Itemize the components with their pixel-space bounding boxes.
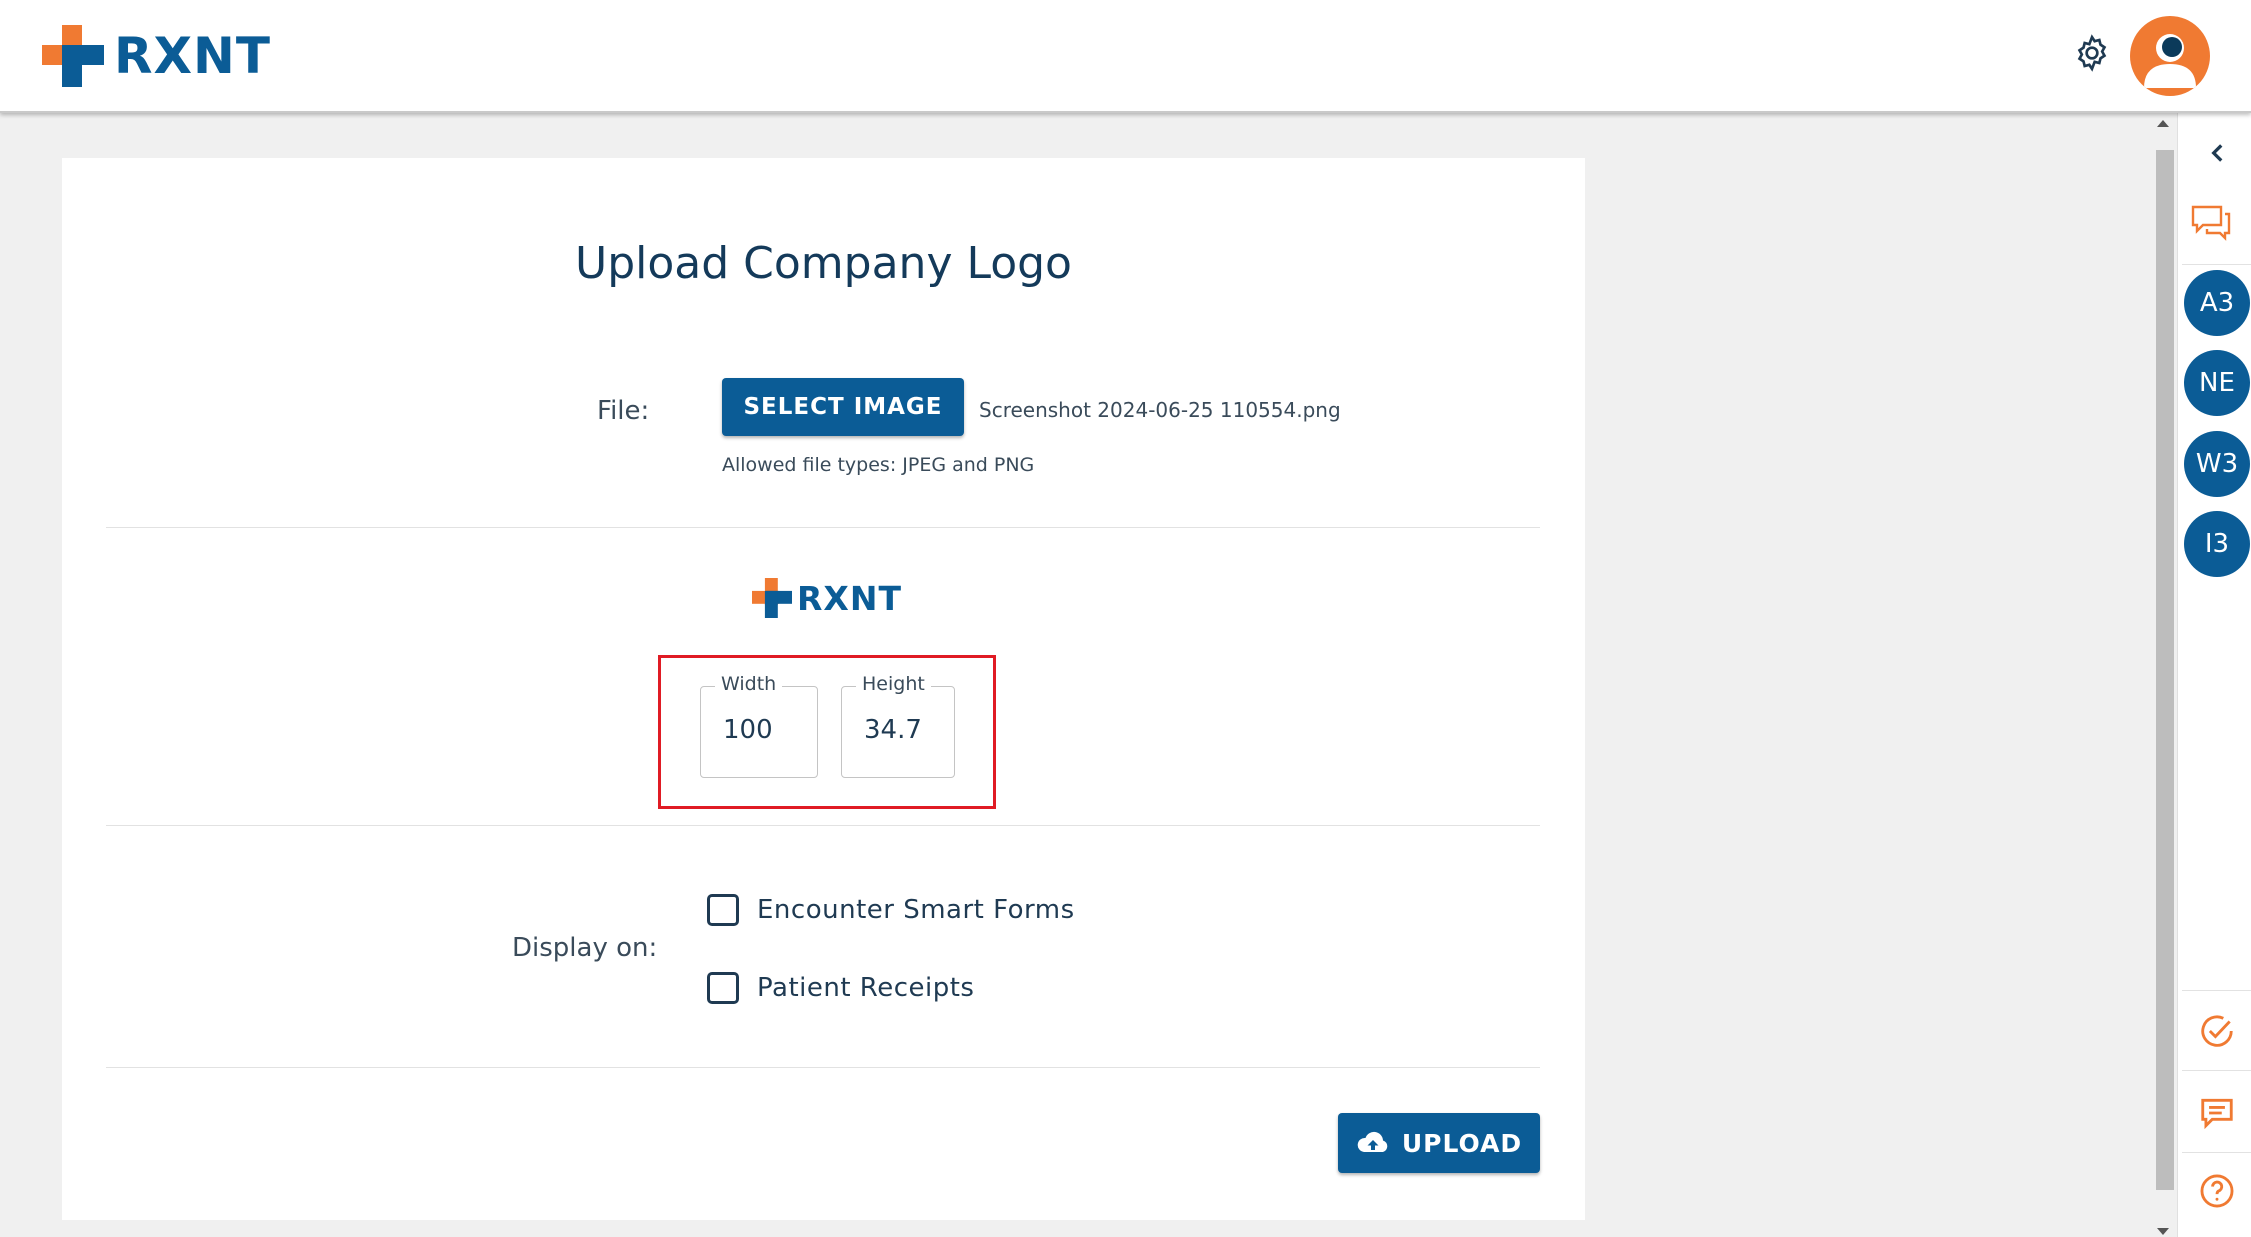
selected-file-name: Screenshot 2024-06-25 110554.png bbox=[979, 398, 1341, 422]
divider bbox=[106, 1067, 1540, 1068]
app-header: RXNT bbox=[0, 0, 2251, 113]
checkbox-label: Patient Receipts bbox=[757, 973, 975, 1003]
allowed-file-types: Allowed file types: JPEG and PNG bbox=[722, 454, 1035, 476]
upload-button-label: UPLOAD bbox=[1401, 1128, 1523, 1158]
rail-divider bbox=[2182, 990, 2251, 991]
logo-preview: RXNT bbox=[752, 578, 902, 618]
divider bbox=[106, 527, 1540, 528]
upload-logo-card: Upload Company Logo File: SELECT IMAGE S… bbox=[62, 158, 1585, 1220]
checkbox-box[interactable] bbox=[707, 972, 739, 1004]
checkbox-label: Encounter Smart Forms bbox=[757, 895, 1075, 925]
encounter-smart-forms-checkbox[interactable]: Encounter Smart Forms bbox=[707, 894, 1075, 926]
divider bbox=[106, 825, 1540, 826]
width-field[interactable]: Width 100 bbox=[700, 673, 818, 778]
scroll-down-arrow-icon[interactable] bbox=[2157, 1228, 2169, 1235]
width-label: Width bbox=[715, 673, 783, 695]
rail-bubble-a3[interactable]: A3 bbox=[2184, 270, 2250, 336]
help-icon[interactable] bbox=[2198, 1172, 2236, 1210]
file-label: File: bbox=[597, 396, 650, 426]
rail-bubble-w3[interactable]: W3 bbox=[2184, 431, 2250, 497]
patient-receipts-checkbox[interactable]: Patient Receipts bbox=[707, 972, 974, 1004]
height-input[interactable]: 34.7 bbox=[864, 715, 922, 745]
brand-name: RXNT bbox=[114, 27, 272, 85]
width-input[interactable]: 100 bbox=[723, 715, 773, 745]
rail-bubble-i3[interactable]: I3 bbox=[2184, 511, 2250, 577]
chat-icon[interactable] bbox=[2190, 203, 2232, 243]
rxnt-cross-icon bbox=[42, 25, 104, 87]
rail-bubble-ne[interactable]: NE bbox=[2184, 350, 2250, 416]
chevron-left-icon[interactable] bbox=[2205, 140, 2231, 166]
gear-icon[interactable] bbox=[2072, 33, 2112, 73]
page-title: Upload Company Logo bbox=[575, 238, 1072, 289]
brand-logo[interactable]: RXNT bbox=[42, 25, 271, 87]
message-icon[interactable] bbox=[2198, 1094, 2236, 1132]
upload-button[interactable]: UPLOAD bbox=[1338, 1113, 1540, 1173]
select-image-button[interactable]: SELECT IMAGE bbox=[722, 378, 964, 436]
user-avatar-icon[interactable] bbox=[2130, 16, 2210, 96]
height-label: Height bbox=[856, 673, 931, 695]
check-circle-icon[interactable] bbox=[2198, 1012, 2236, 1050]
scrollbar-thumb[interactable] bbox=[2156, 150, 2174, 1190]
height-field[interactable]: Height 34.7 bbox=[841, 673, 955, 778]
scroll-up-arrow-icon[interactable] bbox=[2157, 120, 2169, 127]
display-on-label: Display on: bbox=[512, 933, 658, 963]
rail-divider bbox=[2182, 1152, 2251, 1153]
preview-brand-name: RXNT bbox=[797, 578, 902, 618]
checkbox-box[interactable] bbox=[707, 894, 739, 926]
rail-divider bbox=[2182, 1070, 2251, 1071]
cloud-upload-icon bbox=[1357, 1131, 1388, 1152]
rail-divider bbox=[2182, 264, 2251, 265]
rxnt-cross-icon bbox=[752, 578, 792, 618]
